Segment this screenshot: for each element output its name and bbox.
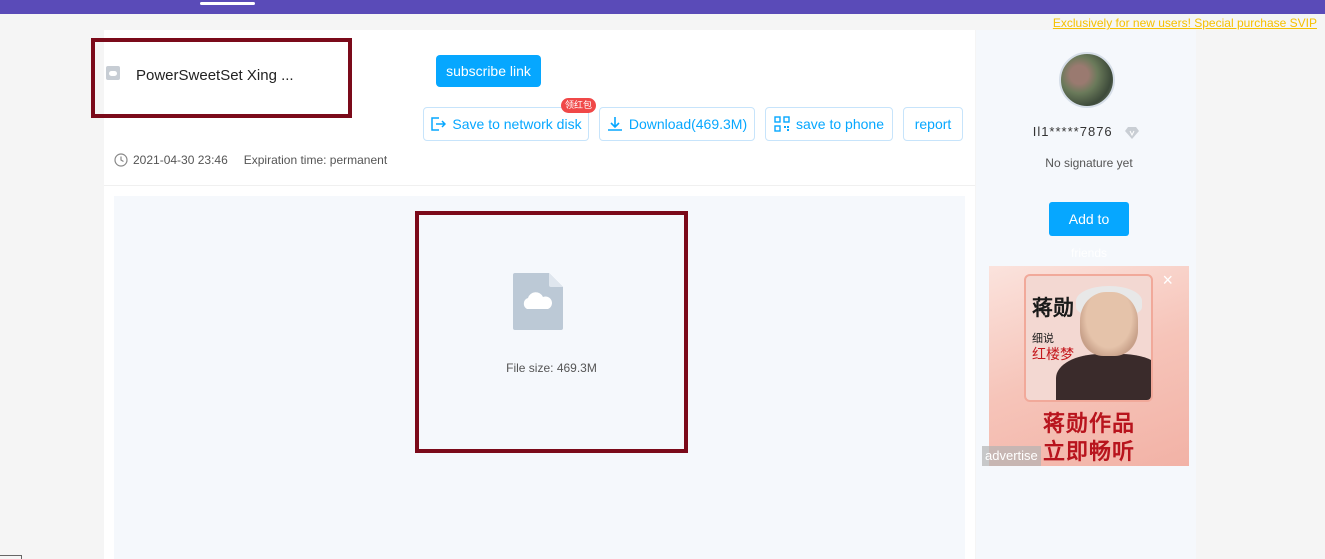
red-packet-badge: 领红包: [561, 98, 597, 113]
subscribe-link-button[interactable]: subscribe link: [436, 55, 541, 87]
top-nav-bar: [0, 0, 1325, 14]
file-meta: 2021-04-30 23:46 Expiration time: perman…: [114, 153, 387, 167]
expiration-time: Expiration time: permanent: [243, 153, 388, 167]
qr-code-icon: [774, 116, 790, 132]
file-share-panel: PowerSweetSet Xing ... subscribe link Sa…: [91, 30, 975, 559]
avatar[interactable]: [1059, 52, 1115, 108]
upload-date: 2021-04-30 23:46: [133, 153, 228, 167]
file-preview-area: File size: 469.3M: [114, 196, 965, 559]
download-icon: [607, 117, 622, 131]
add-friend-label-overflow: friends: [1070, 246, 1108, 260]
svip-promo-link[interactable]: Exclusively for new users! Special purch…: [1053, 16, 1317, 30]
advertisement-banner[interactable]: × 蒋勋 细说 红楼梦 蒋勋作品 立即畅听: [989, 266, 1189, 466]
file-header: PowerSweetSet Xing ... subscribe link Sa…: [91, 30, 975, 186]
uploader-sidebar: Il1*****7876 No signature yet Add to fri…: [976, 30, 1196, 559]
active-tab-indicator: [200, 2, 255, 5]
cloud-file-icon: [106, 66, 120, 80]
ad-portrait-face: [1080, 292, 1138, 356]
username[interactable]: Il1*****7876: [1033, 124, 1113, 139]
ad-author-name: 蒋勋: [1032, 295, 1074, 320]
download-button[interactable]: Download(469.3M): [599, 107, 755, 141]
add-friend-button[interactable]: Add to: [1049, 202, 1129, 236]
save-to-network-disk-label: Save to network disk: [452, 116, 582, 132]
diamond-vip-icon: [1125, 126, 1140, 139]
file-title[interactable]: PowerSweetSet Xing ...: [136, 67, 294, 84]
ad-book-title: 红楼梦: [1032, 347, 1074, 363]
cloud-document-icon: [513, 273, 563, 330]
file-size-text: File size: 469.3M: [506, 361, 597, 375]
save-to-disk-icon: [431, 117, 447, 131]
ad-book-cover: 蒋勋 细说 红楼梦: [1024, 274, 1153, 402]
advertise-label: advertise: [982, 446, 1041, 466]
clock-icon: [114, 153, 128, 167]
username-row: Il1*****7876: [976, 124, 1196, 139]
window-corner-mark: [0, 555, 22, 559]
save-to-phone-button[interactable]: save to phone: [765, 107, 893, 141]
report-button[interactable]: report: [903, 107, 963, 141]
file-preview-highlight: File size: 469.3M: [415, 211, 688, 453]
save-to-phone-label: save to phone: [796, 116, 884, 132]
ad-close-icon[interactable]: ×: [1162, 270, 1173, 291]
file-title-highlight: PowerSweetSet Xing ...: [91, 38, 352, 118]
signature: No signature yet: [1045, 156, 1133, 170]
download-label: Download(469.3M): [628, 116, 748, 132]
